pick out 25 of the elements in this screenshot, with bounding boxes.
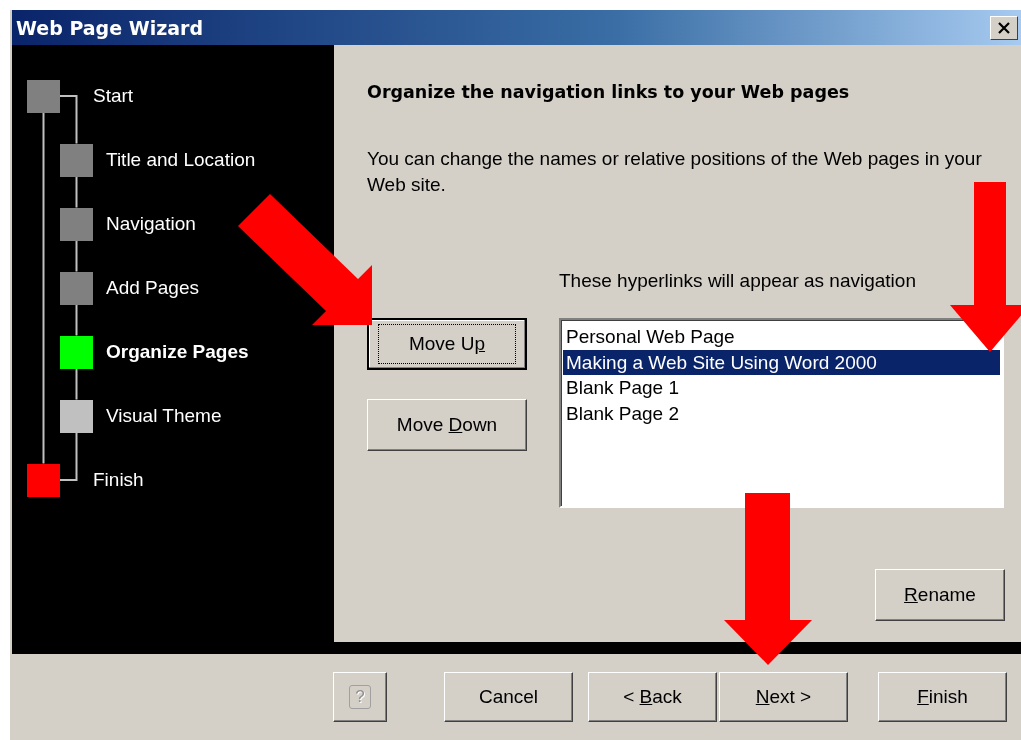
page-heading: Organize the navigation links to your Web pages: [367, 82, 851, 102]
move-button[interactable]: Move Up: [367, 318, 527, 370]
move-button[interactable]: Move Down: [367, 399, 527, 451]
description-text: You can change the names or relative positions of the Web pages in your Web site.: [367, 147, 983, 197]
footer-button[interactable]: Next >: [719, 672, 848, 722]
step-label[interactable]: Organize Pages: [106, 341, 249, 363]
list-item[interactable]: Blank Page 2: [563, 401, 683, 427]
list-item[interactable]: Making a Web Site Using Word 2000: [563, 349, 1000, 376]
footer-button[interactable]: Cancel: [444, 672, 573, 722]
list-item[interactable]: Personal Web Page: [563, 324, 738, 350]
step-label[interactable]: Start: [93, 85, 134, 107]
footer-button[interactable]: Finish: [878, 672, 1007, 722]
step-label[interactable]: Visual Theme: [106, 405, 222, 427]
step-label[interactable]: Finish: [93, 469, 144, 491]
close-icon: [997, 21, 1011, 34]
window-title: Web Page Wizard: [16, 16, 204, 39]
rename-button[interactable]: Rename: [875, 569, 1005, 621]
page-list[interactable]: Personal Web Page Making a Web Site Using Word 2000 Blank Page 1 Blank Page 2: [559, 318, 1004, 508]
step-label[interactable]: Navigation: [106, 213, 196, 235]
footer-button[interactable]: < Back: [588, 672, 717, 722]
list-label: These hyperlinks will appear as navigation: [559, 270, 917, 292]
list-item[interactable]: Blank Page 1: [563, 375, 683, 402]
step-label[interactable]: Add Pages: [106, 277, 199, 299]
close-button[interactable]: [990, 15, 1018, 40]
step-label[interactable]: Title and Location: [106, 149, 256, 171]
